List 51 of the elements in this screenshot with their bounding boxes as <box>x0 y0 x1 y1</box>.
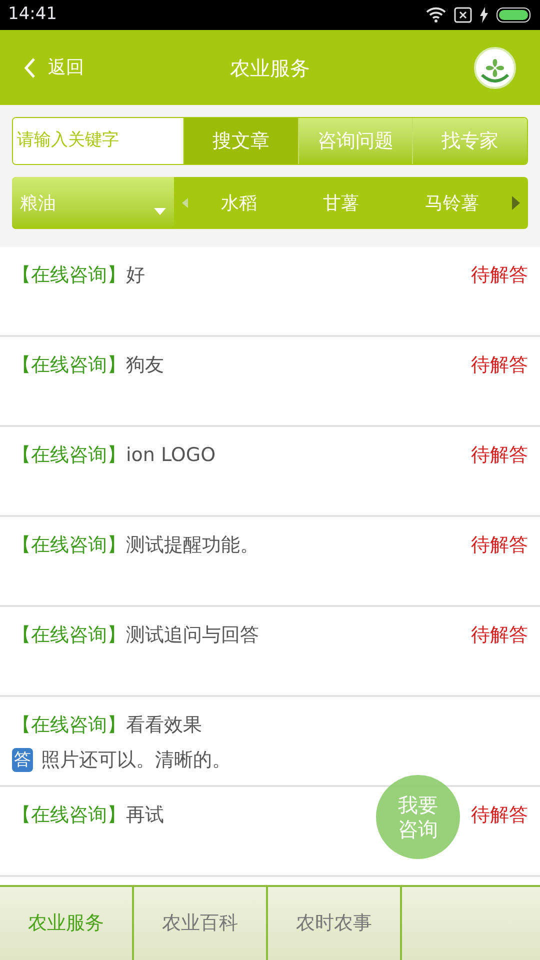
question-title: ion LOGO <box>126 443 216 468</box>
search-mode-tab[interactable]: 咨询问题 <box>298 118 412 164</box>
question-tag: 【在线咨询】 <box>12 351 126 380</box>
wifi-icon <box>426 7 446 23</box>
question-tag: 【在线咨询】 <box>12 441 126 470</box>
question-title: 看看效果 <box>126 713 202 738</box>
scroll-right-icon <box>512 196 520 210</box>
category-dropdown[interactable]: 粮油 <box>12 177 174 229</box>
question-tag: 【在线咨询】 <box>12 531 126 560</box>
question-item[interactable]: 【在线咨询】狗友 待解答 <box>0 337 540 427</box>
question-tag: 【在线咨询】 <box>12 261 126 290</box>
question-status: 待解答 <box>471 533 528 558</box>
page-title: 农业服务 <box>230 54 310 82</box>
category-tab[interactable]: 甘薯 <box>323 190 359 216</box>
search-mode-tab[interactable]: 搜文章 <box>183 118 298 164</box>
search-mode-tab[interactable]: 找专家 <box>412 118 527 164</box>
question-title: 好 <box>126 263 145 288</box>
battery-icon <box>496 7 532 23</box>
search-field[interactable]: 请输入关键字 <box>13 118 183 164</box>
consult-fab[interactable]: 我要咨询 <box>376 775 460 859</box>
question-title: 狗友 <box>126 353 164 378</box>
question-status: 待解答 <box>471 623 528 648</box>
question-status: 待解答 <box>471 263 528 288</box>
category-tab[interactable]: 水稻 <box>221 190 257 216</box>
scroll-left-icon <box>182 198 188 208</box>
question-tag: 【在线咨询】 <box>12 621 126 650</box>
question-title: 再试 <box>126 803 164 828</box>
chevron-left-icon <box>24 56 36 78</box>
question-tag: 【在线咨询】 <box>12 801 126 830</box>
question-status: 待解答 <box>471 803 528 828</box>
question-status: 待解答 <box>471 443 528 468</box>
logo-icon <box>474 46 516 88</box>
question-tag: 【在线咨询】 <box>12 711 126 740</box>
charging-icon <box>480 7 488 23</box>
question-status: 待解答 <box>471 353 528 378</box>
question-item[interactable]: 【在线咨询】测试提醒功能。 待解答 <box>0 517 540 607</box>
category-tab[interactable]: 马铃薯 <box>425 190 479 216</box>
question-item[interactable]: 【在线咨询】测试追问与回答 待解答 <box>0 607 540 697</box>
bottom-tab[interactable]: 农业服务 <box>0 887 134 960</box>
bottom-tab[interactable]: 农时农事 <box>268 887 402 960</box>
bottom-tab[interactable]: 农业百科 <box>134 887 268 960</box>
question-title: 测试追问与回答 <box>126 623 259 648</box>
question-item[interactable]: 【在线咨询】好 待解答 <box>0 247 540 337</box>
answer-text: 照片还可以。清晰的。 <box>41 748 231 772</box>
dropdown-caret-icon <box>154 208 166 214</box>
question-item[interactable]: 【在线咨询】ion LOGO 待解答 <box>0 427 540 517</box>
sim-icon <box>454 7 472 23</box>
status-time: 14:41 <box>8 3 57 26</box>
answer-badge: 答 <box>12 748 33 772</box>
back-button[interactable]: 返回 <box>24 54 84 81</box>
question-title: 测试提醒功能。 <box>126 533 259 558</box>
